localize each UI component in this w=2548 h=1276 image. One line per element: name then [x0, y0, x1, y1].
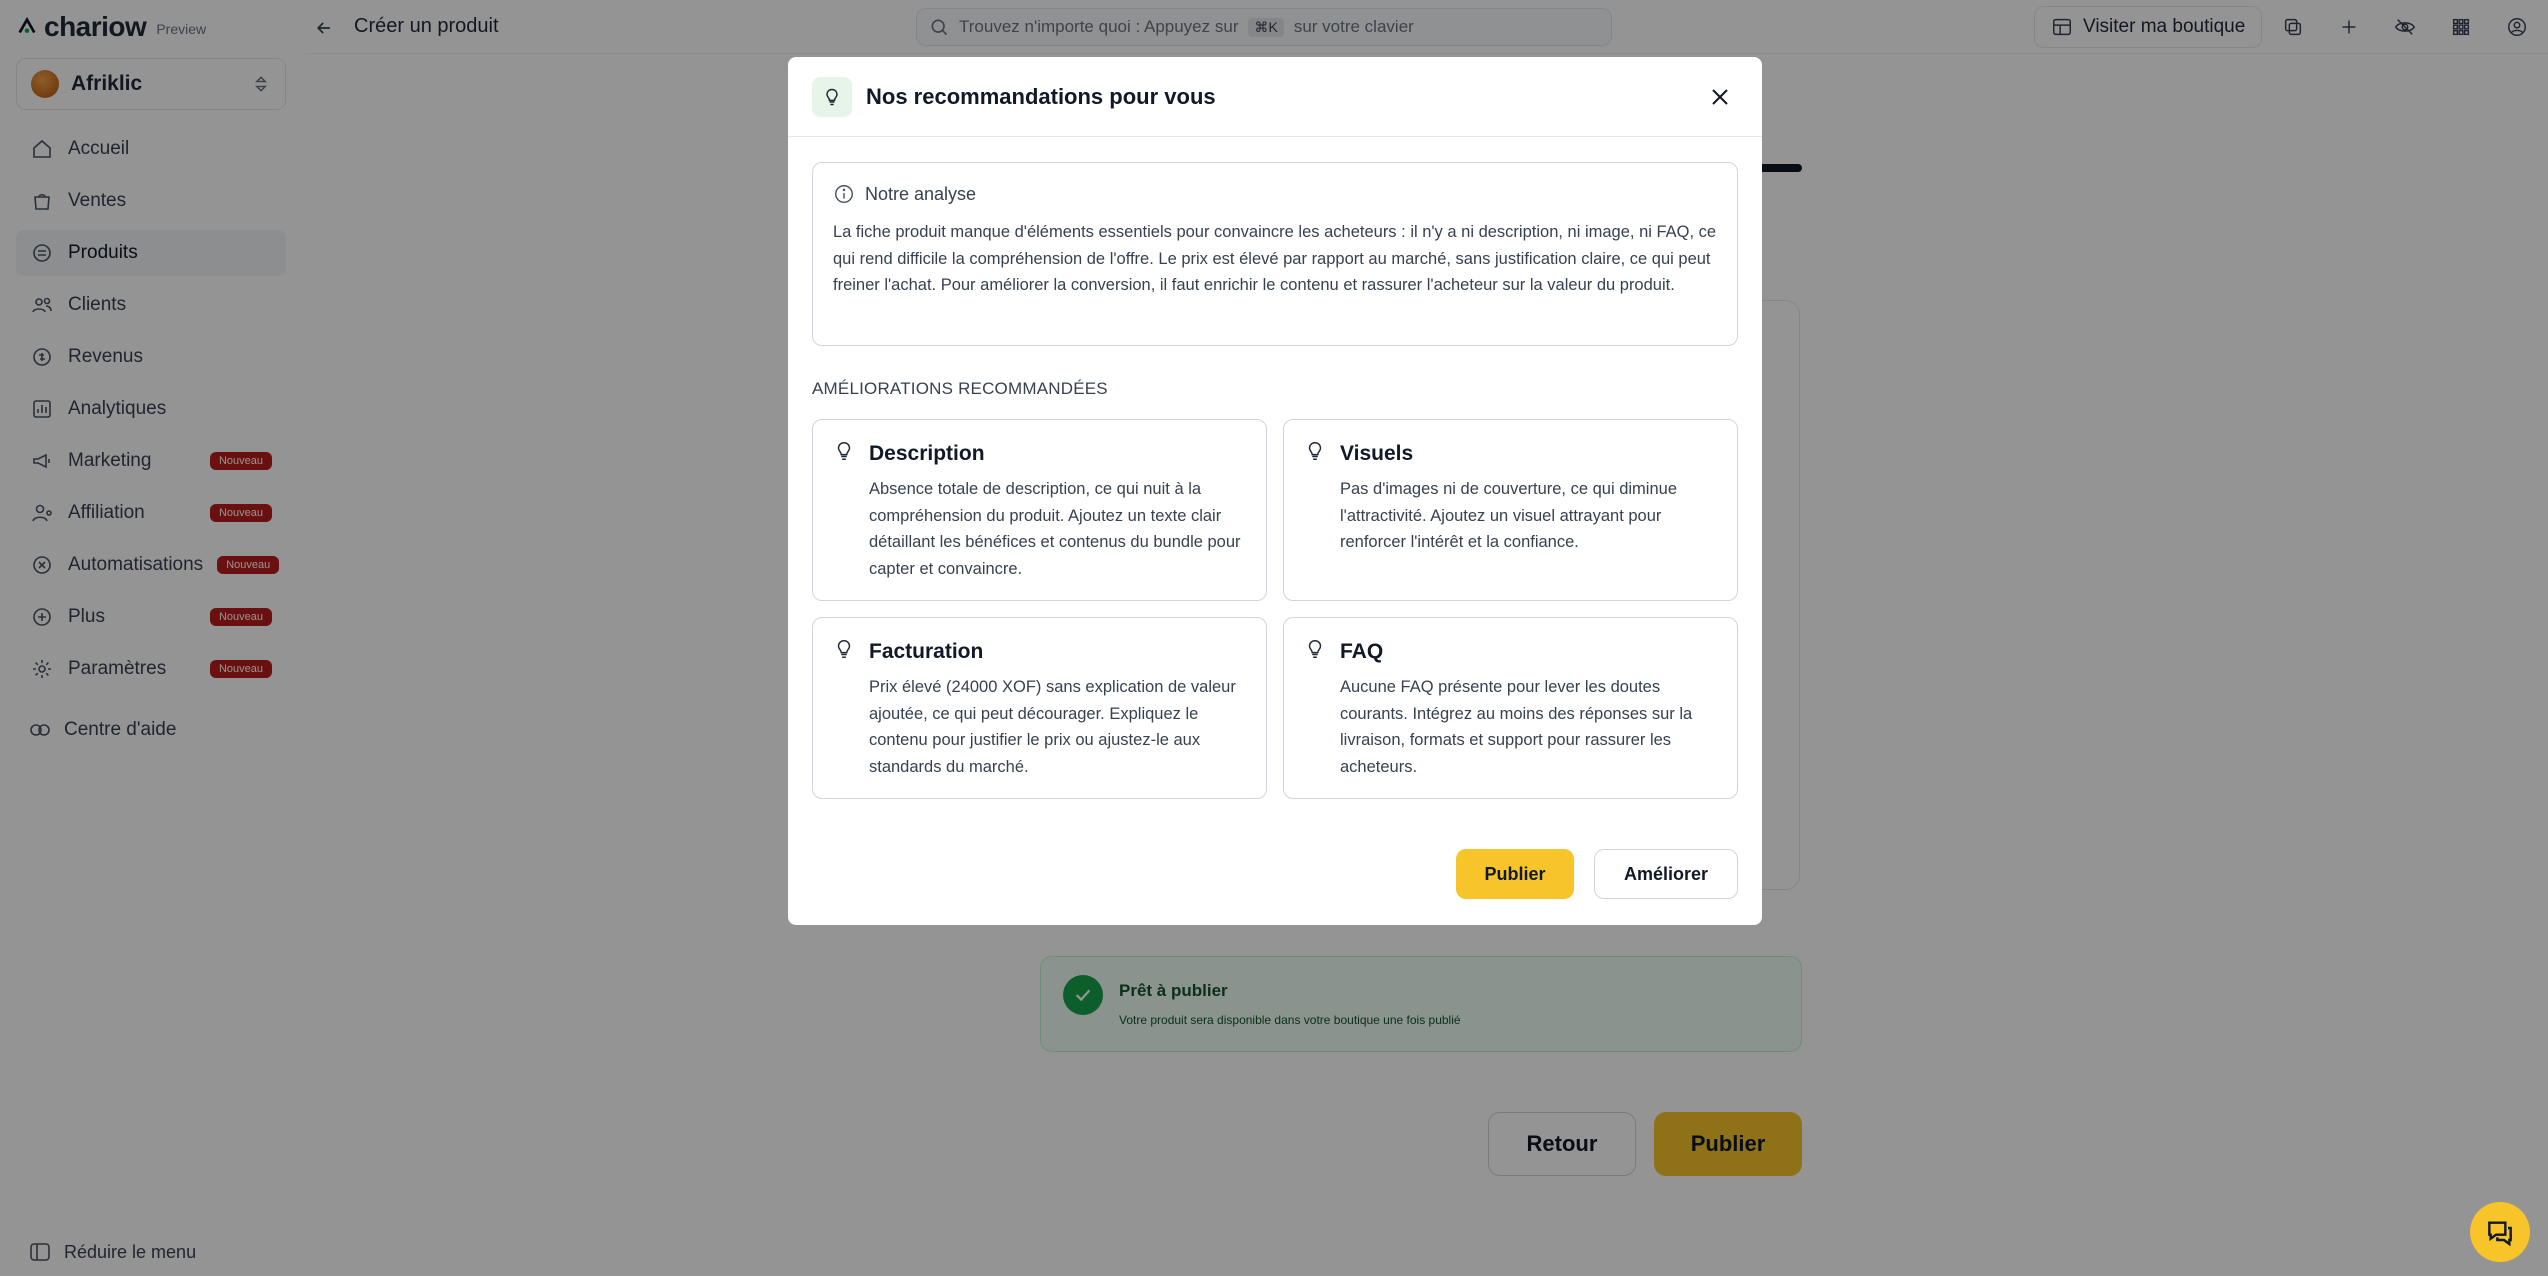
- chat-support-button[interactable]: [2470, 1202, 2530, 1262]
- recommendation-title: Description: [869, 442, 985, 465]
- modal-title: Nos recommandations pour vous: [866, 83, 1216, 109]
- recommendation-text: Prix élevé (24000 XOF) sans explication …: [869, 678, 1236, 776]
- modal-header: Nos recommandations pour vous: [788, 57, 1762, 137]
- recommendation-title: Visuels: [1340, 442, 1414, 465]
- analysis-header: Notre analyse: [833, 183, 1717, 205]
- modal-actions: Publier Améliorer: [1456, 849, 1738, 899]
- analysis-title: Notre analyse: [865, 183, 977, 204]
- recommendation-text: Aucune FAQ présente pour lever les doute…: [1340, 678, 1693, 776]
- chat-bubbles-icon: [2488, 1221, 2512, 1247]
- analysis-box: Notre analyse La fiche produit manque d'…: [812, 162, 1738, 346]
- recommendation-text: Absence totale de description, ce qui nu…: [869, 480, 1241, 578]
- lightbulb-icon: [812, 76, 852, 117]
- lightbulb-icon: [833, 440, 855, 462]
- recommendation-card: Facturation Prix élevé (24000 XOF) sans e…: [812, 617, 1267, 799]
- recommendations-section-label: AMÉLIORATIONS RECOMMANDÉES: [812, 379, 1108, 398]
- recommendation-card: Description Absence totale de description…: [812, 419, 1267, 601]
- recommendation-title: FAQ: [1340, 640, 1384, 663]
- recommendations-grid: Description Absence totale de description…: [812, 419, 1738, 799]
- lightbulb-icon: [833, 638, 855, 660]
- close-icon: [1712, 88, 1728, 105]
- recommendations-modal: Nos recommandations pour vous Notre anal…: [788, 57, 1762, 925]
- recommendation-title: Facturation: [869, 640, 984, 663]
- lightbulb-icon: [1304, 638, 1326, 660]
- recommendation-card: Visuels Pas d'images ni de couverture, ce…: [1283, 419, 1738, 601]
- improve-button[interactable]: Améliorer: [1594, 849, 1738, 899]
- analysis-text: La fiche produit manque d'éléments essen…: [833, 223, 1717, 294]
- close-modal-button[interactable]: [1702, 79, 1738, 115]
- recommendation-card: FAQ Aucune FAQ présente pour lever les do…: [1283, 617, 1738, 799]
- info-icon: [835, 185, 853, 203]
- publish-button[interactable]: Publier: [1456, 849, 1574, 899]
- lightbulb-icon: [1304, 440, 1326, 462]
- recommendation-text: Pas d'images ni de couverture, ce qui di…: [1340, 480, 1678, 551]
